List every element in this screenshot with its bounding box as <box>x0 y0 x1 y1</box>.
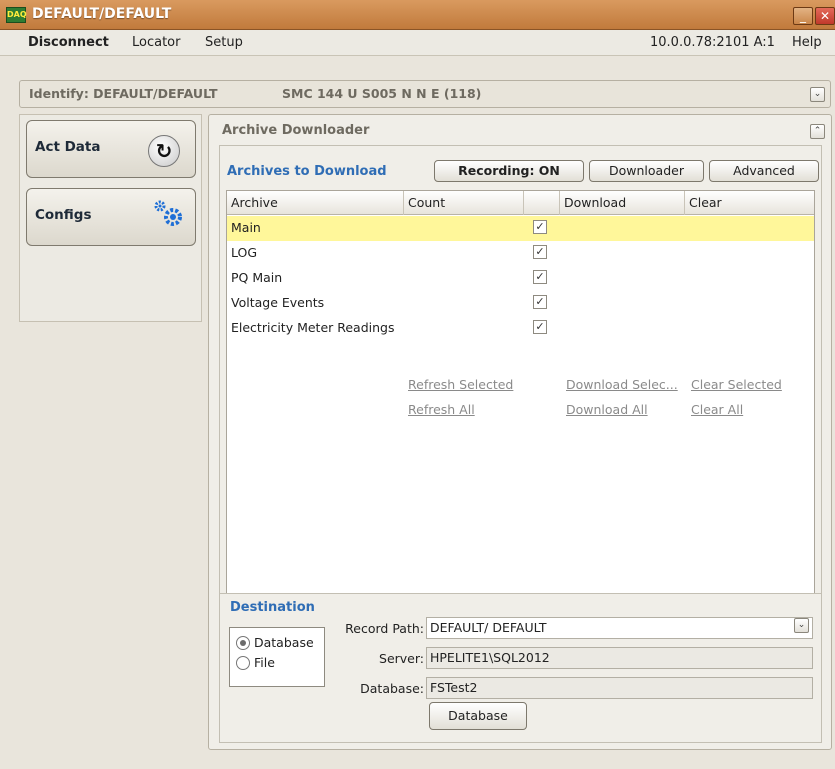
table-row[interactable]: Voltage Events ✓ <box>227 291 814 316</box>
column-archive[interactable]: Archive <box>227 191 404 215</box>
record-path-dropdown[interactable]: ⌄ <box>794 618 809 633</box>
gears-icon <box>151 199 191 229</box>
chevron-down-icon: ⌄ <box>797 620 806 630</box>
column-count[interactable]: Count <box>404 191 524 215</box>
table-row[interactable]: Electricity Meter Readings ✓ <box>227 316 814 341</box>
archive-name: LOG <box>231 245 258 260</box>
table-row[interactable]: PQ Main ✓ <box>227 266 814 291</box>
database-radio-label[interactable]: Database <box>254 635 314 650</box>
archives-section: Archives to Download Recording: ON Downl… <box>219 145 822 602</box>
database-radio[interactable] <box>236 636 250 650</box>
table-header: Archive Count Download Clear <box>227 191 814 215</box>
destination-title: Destination <box>230 600 315 615</box>
refresh-selected-link[interactable]: Refresh Selected <box>408 377 513 392</box>
archive-name: Electricity Meter Readings <box>231 320 395 335</box>
archives-section-title: Archives to Download <box>227 164 387 179</box>
clear-selected-link[interactable]: Clear Selected <box>691 377 782 392</box>
database-label: Database: <box>360 681 424 696</box>
app-logo: DAQ <box>6 7 27 23</box>
file-radio[interactable] <box>236 656 250 670</box>
chevron-down-icon: ⌄ <box>813 89 822 99</box>
record-path-label: Record Path: <box>345 621 424 636</box>
column-download[interactable]: Download <box>560 191 685 215</box>
close-button[interactable]: ✕ <box>815 7 835 25</box>
menu-setup[interactable]: Setup <box>205 35 243 50</box>
archive-name: Main <box>231 220 261 235</box>
refresh-all-link[interactable]: Refresh All <box>408 402 475 417</box>
file-radio-label[interactable]: File <box>254 655 275 670</box>
archive-table: Archive Count Download Clear Main ✓ LOG … <box>226 190 815 596</box>
archive-name: PQ Main <box>231 270 283 285</box>
table-row[interactable]: LOG ✓ <box>227 241 814 266</box>
identify-label: Identify: DEFAULT/DEFAULT <box>29 86 218 101</box>
recording-button[interactable]: Recording: ON <box>434 160 584 182</box>
server-label: Server: <box>379 651 424 666</box>
minimize-button[interactable]: _ <box>793 7 813 25</box>
destination-section: Destination Database File Record Path: D… <box>219 593 822 743</box>
column-clear[interactable]: Clear <box>685 191 814 215</box>
identify-expand-button[interactable]: ⌄ <box>810 87 825 102</box>
column-check[interactable] <box>524 191 560 215</box>
archive-checkbox[interactable]: ✓ <box>533 245 547 259</box>
menu-bar: Disconnect Locator Setup 10.0.0.78:2101 … <box>0 30 835 56</box>
archive-checkbox[interactable]: ✓ <box>533 270 547 284</box>
destination-type-group: Database File <box>229 627 325 687</box>
act-data-button[interactable]: Act Data ↻ <box>26 120 196 178</box>
menu-disconnect[interactable]: Disconnect <box>28 35 109 50</box>
archive-downloader-panel: Archive Downloader ⌃ Archives to Downloa… <box>208 114 832 750</box>
archive-checkbox[interactable]: ✓ <box>533 295 547 309</box>
title-bar[interactable]: DAQ DEFAULT/DEFAULT _ ✕ <box>0 0 835 30</box>
identify-bar[interactable]: Identify: DEFAULT/DEFAULT SMC 144 U S005… <box>19 80 831 108</box>
connection-address: 10.0.0.78:2101 A:1 <box>650 35 775 50</box>
table-row[interactable]: Main ✓ <box>227 216 814 241</box>
download-selected-link[interactable]: Download Selec... <box>566 377 678 392</box>
collapse-button[interactable]: ⌃ <box>810 124 825 139</box>
configs-button[interactable]: Configs <box>26 188 196 246</box>
database-button[interactable]: Database <box>429 702 527 730</box>
chevron-up-icon: ⌃ <box>813 126 822 136</box>
downloader-button[interactable]: Downloader <box>589 160 704 182</box>
archive-name: Voltage Events <box>231 295 325 310</box>
left-panel: Act Data ↻ Configs <box>19 114 202 322</box>
window-title: DEFAULT/DEFAULT <box>32 6 172 22</box>
archive-checkbox[interactable]: ✓ <box>533 320 547 334</box>
record-path-select[interactable]: DEFAULT/ DEFAULT <box>426 617 813 639</box>
clear-all-link[interactable]: Clear All <box>691 402 743 417</box>
menu-locator[interactable]: Locator <box>132 35 180 50</box>
server-field[interactable]: HPELITE1\SQL2012 <box>426 647 813 669</box>
archive-checkbox[interactable]: ✓ <box>533 220 547 234</box>
download-all-link[interactable]: Download All <box>566 402 648 417</box>
act-data-label: Act Data <box>35 139 101 155</box>
advanced-button[interactable]: Advanced <box>709 160 819 182</box>
refresh-icon: ↻ <box>148 135 180 167</box>
device-model: SMC 144 U S005 N N E (118) <box>282 86 482 101</box>
menu-help[interactable]: Help <box>792 35 822 50</box>
configs-label: Configs <box>35 207 92 223</box>
database-field[interactable]: FSTest2 <box>426 677 813 699</box>
panel-title: Archive Downloader <box>222 123 370 138</box>
